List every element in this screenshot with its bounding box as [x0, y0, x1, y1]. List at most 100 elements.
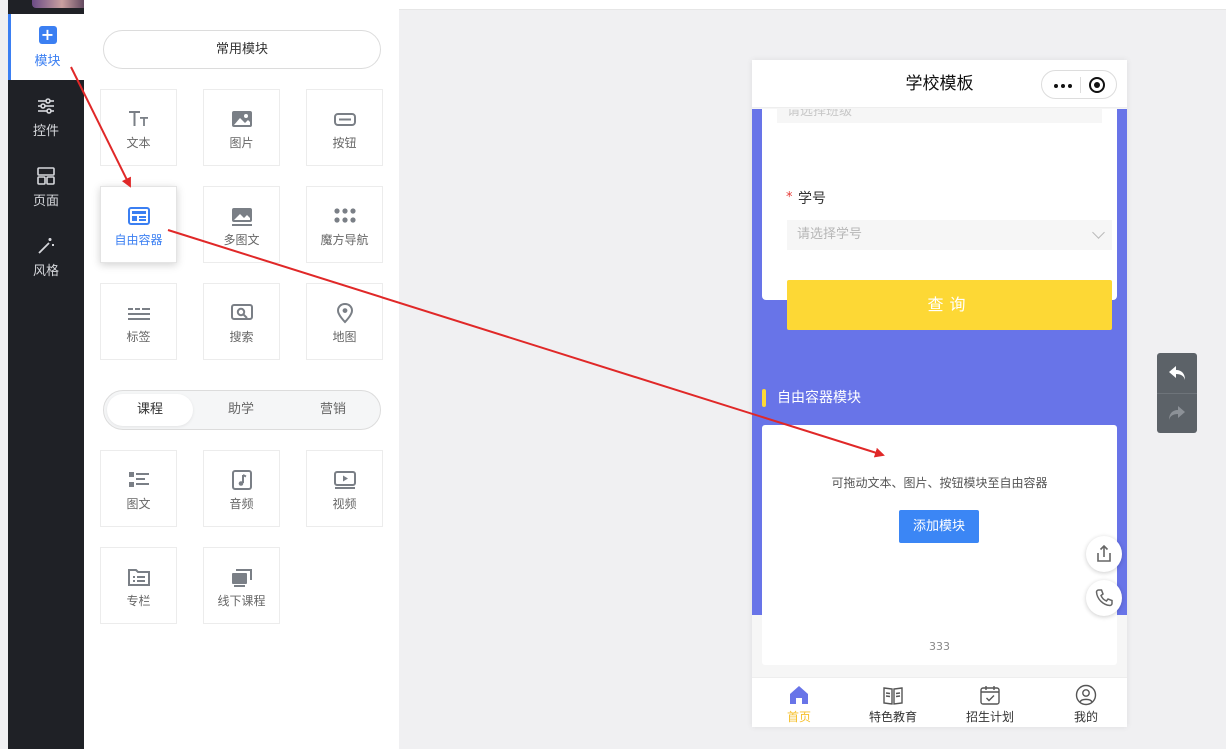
rail-item-module[interactable]: + 模块 — [8, 14, 84, 80]
map-pin-icon — [336, 302, 353, 324]
tab-home[interactable]: 首页 — [752, 678, 846, 727]
grid-dots-icon — [333, 208, 356, 223]
tab-label: 首页 — [786, 710, 811, 724]
module-tile-column[interactable]: 专栏 — [100, 547, 177, 624]
calendar-check-icon — [980, 686, 1000, 705]
redo-button[interactable] — [1157, 393, 1197, 433]
required-mark: * — [786, 190, 793, 205]
tag-lines-icon — [127, 308, 150, 320]
tab-marketing[interactable]: 营销 — [289, 394, 377, 426]
phone-preview: 学校模板 请选择班级 * 学号 请选择学号 查询 自由容器模块 可拖动文本、图片… — [752, 60, 1127, 727]
module-tile-map[interactable]: 地图 — [306, 283, 383, 360]
common-modules-header[interactable]: 常用模块 — [103, 30, 381, 69]
tab-course[interactable]: 课程 — [107, 394, 193, 426]
module-tile-article[interactable]: 图文 — [100, 450, 177, 527]
module-tile-tag[interactable]: 标签 — [100, 283, 177, 360]
module-tile-button[interactable]: 按钮 — [306, 89, 383, 166]
tab-mine[interactable]: 我的 — [1039, 678, 1127, 727]
module-tile-video[interactable]: 视频 — [306, 450, 383, 527]
phone-icon — [1095, 589, 1113, 607]
book-icon — [883, 687, 903, 705]
module-tile-offline-course[interactable]: 线下课程 — [203, 547, 280, 624]
rail-item-label: 控件 — [32, 124, 59, 139]
class-select-cutoff[interactable]: 请选择班级 — [777, 109, 1102, 123]
tile-label: 魔方导航 — [320, 233, 369, 247]
history-controls — [1157, 353, 1197, 433]
tile-label: 图文 — [126, 497, 151, 511]
tile-label: 按钮 — [332, 136, 357, 150]
image-icon — [231, 111, 252, 127]
module-tile-multi-image[interactable]: 多图文 — [203, 186, 280, 263]
video-icon — [333, 471, 356, 489]
close-target-icon[interactable] — [1089, 77, 1105, 93]
list-icon — [128, 472, 149, 487]
section-title: 自由容器模块 — [777, 390, 861, 406]
tile-label: 专栏 — [126, 594, 151, 608]
container-icon — [127, 207, 150, 225]
query-button[interactable]: 查询 — [787, 280, 1112, 330]
offline-course-icon — [231, 569, 252, 587]
rail-item-controls[interactable]: 控件 — [8, 86, 84, 152]
module-tile-text[interactable]: 文本 — [100, 89, 177, 166]
mini-program-capsule[interactable] — [1041, 70, 1117, 99]
tile-label: 线下课程 — [217, 594, 266, 608]
student-id-label: 学号 — [798, 191, 826, 207]
capsule-divider — [1080, 77, 1081, 93]
redo-icon — [1169, 406, 1185, 420]
dropzone-hint: 可拖动文本、图片、按钮模块至自由容器 — [831, 476, 1048, 490]
tab-featured-education[interactable]: 特色教育 — [846, 678, 940, 727]
left-nav-rail: + 模块 控件 页面 风格 — [8, 0, 92, 749]
avatar[interactable] — [32, 0, 92, 8]
module-tile-free-container[interactable]: 自由容器 — [100, 186, 177, 263]
undo-button[interactable] — [1157, 353, 1197, 393]
preview-tabbar: 首页 特色教育 招生计划 我的 — [752, 677, 1127, 727]
button-icon — [333, 113, 356, 126]
preview-header: 学校模板 — [752, 60, 1127, 108]
add-module-button[interactable]: 添加模块 — [899, 510, 979, 543]
more-dots-icon[interactable] — [1054, 84, 1074, 88]
rail-item-label: 模块 — [34, 54, 61, 69]
rail-item-page[interactable]: 页面 — [8, 156, 84, 222]
plus-square-icon: + — [38, 26, 58, 46]
text-icon — [128, 111, 148, 126]
free-container-dropzone[interactable]: 可拖动文本、图片、按钮模块至自由容器 添加模块 — [762, 425, 1117, 665]
module-tile-cube-nav[interactable]: 魔方导航 — [306, 186, 383, 263]
tile-label: 音频 — [229, 497, 254, 511]
student-id-select[interactable]: 请选择学号 — [787, 220, 1112, 250]
tab-study-aid[interactable]: 助学 — [196, 394, 286, 426]
multi-image-icon — [231, 208, 252, 226]
section-accent-bar — [762, 389, 766, 407]
select-placeholder: 请选择学号 — [797, 227, 863, 242]
sliders-icon — [38, 98, 54, 114]
tile-label: 多图文 — [223, 233, 260, 247]
phone-float-button[interactable] — [1086, 580, 1122, 616]
magic-wand-icon — [38, 238, 54, 254]
tab-label: 特色教育 — [868, 710, 917, 724]
tab-admission-plan[interactable]: 招生计划 — [943, 678, 1037, 727]
tile-label: 文本 — [126, 136, 151, 150]
category-tabs: 课程 助学 营销 — [103, 390, 381, 430]
tile-label: 视频 — [332, 497, 357, 511]
rail-item-label: 风格 — [32, 264, 59, 279]
module-tile-search[interactable]: 搜索 — [203, 283, 280, 360]
layout-icon — [37, 167, 55, 185]
audio-icon — [231, 470, 252, 490]
share-float-button[interactable] — [1086, 536, 1122, 572]
tile-label: 自由容器 — [114, 233, 163, 247]
search-icon — [230, 304, 253, 320]
rail-item-style[interactable]: 风格 — [8, 226, 84, 292]
rail-item-label: 页面 — [32, 194, 59, 209]
chevron-down-icon — [1092, 226, 1105, 239]
tile-label: 标签 — [126, 330, 151, 344]
undo-icon — [1169, 366, 1185, 380]
module-tile-image[interactable]: 图片 — [203, 89, 280, 166]
footer-text: 333 — [929, 640, 950, 653]
folder-icon — [127, 569, 150, 586]
module-tile-audio[interactable]: 音频 — [203, 450, 280, 527]
share-icon — [1097, 544, 1111, 562]
tile-label: 地图 — [332, 330, 357, 344]
query-form-card: 请选择班级 * 学号 请选择学号 查询 — [762, 109, 1117, 330]
tile-label: 搜索 — [229, 330, 254, 344]
home-icon — [790, 686, 808, 704]
tab-label: 我的 — [1073, 710, 1098, 724]
